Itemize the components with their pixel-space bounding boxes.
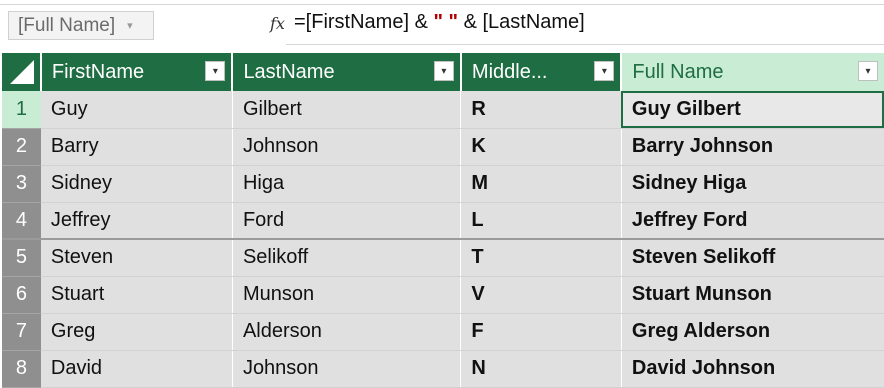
formula-input[interactable]: =[FirstName] & " " & [LastName]: [294, 11, 585, 34]
cell-fullname[interactable]: Guy Gilbert: [621, 91, 884, 129]
name-box[interactable]: [Full Name] ▾: [8, 11, 154, 40]
table-row: 6 Stuart Munson V Stuart Munson: [2, 276, 884, 314]
row-number[interactable]: 8: [2, 350, 41, 388]
cell-middle[interactable]: V: [460, 276, 622, 314]
column-header-label: Full Name: [632, 61, 724, 83]
filter-dropdown-icon[interactable]: ▾: [858, 61, 878, 81]
row-number[interactable]: 2: [2, 128, 41, 166]
table-row: 2 Barry Johnson K Barry Johnson: [2, 128, 884, 166]
cell-lastname[interactable]: Alderson: [232, 313, 462, 351]
table-row: 3 Sidney Higa M Sidney Higa: [2, 165, 884, 203]
cell-firstname[interactable]: Stuart: [40, 276, 233, 314]
formula-bar: [Full Name] ▾ fx =[FirstName] & " " & [L…: [0, 0, 884, 46]
cell-lastname[interactable]: Munson: [232, 276, 462, 314]
row-number[interactable]: 4: [2, 202, 41, 240]
cell-middle[interactable]: L: [460, 202, 622, 240]
data-grid: FirstName ▾ LastName ▾ Middle... ▾ Full …: [2, 53, 884, 388]
cell-firstname[interactable]: Barry: [40, 128, 233, 166]
cell-middle[interactable]: N: [460, 350, 622, 388]
table-row: 4 Jeffrey Ford L Jeffrey Ford: [2, 202, 884, 240]
select-all-icon: [10, 60, 34, 84]
cell-firstname[interactable]: David: [40, 350, 233, 388]
table-row: 7 Greg Alderson F Greg Alderson: [2, 313, 884, 351]
cell-fullname[interactable]: David Johnson: [621, 350, 884, 388]
cell-fullname[interactable]: Greg Alderson: [621, 313, 884, 351]
top-divider: [0, 4, 884, 5]
select-all-corner[interactable]: [2, 53, 42, 91]
row-number[interactable]: 3: [2, 165, 41, 203]
column-header-label: FirstName: [51, 61, 145, 83]
cell-firstname[interactable]: Greg: [40, 313, 233, 351]
cell-middle[interactable]: F: [460, 313, 622, 351]
cell-lastname[interactable]: Ford: [232, 202, 462, 240]
chevron-down-icon[interactable]: ▾: [127, 19, 133, 32]
cell-fullname[interactable]: Stuart Munson: [621, 276, 884, 314]
filter-dropdown-icon[interactable]: ▾: [594, 61, 615, 81]
cell-fullname[interactable]: Steven Selikoff: [621, 239, 884, 277]
column-header-label: LastName: [243, 61, 335, 83]
row-number[interactable]: 7: [2, 313, 41, 351]
filter-dropdown-icon[interactable]: ▾: [205, 61, 226, 81]
cell-fullname[interactable]: Barry Johnson: [621, 128, 884, 166]
cell-middle[interactable]: T: [460, 239, 622, 277]
column-header-fullname[interactable]: Full Name ▾: [621, 53, 884, 91]
row-number[interactable]: 5: [2, 239, 41, 277]
formula-underline: [286, 44, 884, 45]
formula-part-1: =[FirstName] &: [294, 11, 434, 33]
formula-string-literal: " ": [433, 11, 459, 33]
cell-middle[interactable]: M: [460, 165, 622, 203]
cell-firstname[interactable]: Sidney: [40, 165, 233, 203]
cell-lastname[interactable]: Selikoff: [232, 239, 462, 277]
row-number[interactable]: 1: [2, 91, 41, 129]
column-header-lastname[interactable]: LastName ▾: [232, 53, 462, 91]
row-number[interactable]: 6: [2, 276, 41, 314]
cell-fullname[interactable]: Jeffrey Ford: [621, 202, 884, 240]
cell-middle[interactable]: R: [460, 91, 622, 129]
cell-firstname[interactable]: Steven: [40, 239, 233, 277]
cell-lastname[interactable]: Higa: [232, 165, 462, 203]
cell-lastname[interactable]: Johnson: [232, 128, 462, 166]
cell-firstname[interactable]: Guy: [40, 91, 233, 129]
filter-dropdown-icon[interactable]: ▾: [433, 61, 454, 81]
formula-part-2: & [LastName]: [458, 11, 585, 33]
cell-middle[interactable]: K: [460, 128, 622, 166]
cell-firstname[interactable]: Jeffrey: [40, 202, 233, 240]
table-row: 1 Guy Gilbert R Guy Gilbert: [2, 91, 884, 129]
header-row: FirstName ▾ LastName ▾ Middle... ▾ Full …: [2, 53, 884, 91]
name-box-text: [Full Name]: [18, 14, 116, 36]
cell-fullname[interactable]: Sidney Higa: [621, 165, 884, 203]
column-header-middle[interactable]: Middle... ▾: [460, 53, 623, 91]
column-header-firstname[interactable]: FirstName ▾: [40, 53, 234, 91]
table-row: 5 Steven Selikoff T Steven Selikoff: [2, 239, 884, 277]
table-row: 8 David Johnson N David Johnson: [2, 350, 884, 388]
cell-lastname[interactable]: Gilbert: [232, 91, 462, 129]
column-header-label: Middle...: [471, 61, 548, 83]
function-icon[interactable]: fx: [270, 14, 285, 33]
cell-lastname[interactable]: Johnson: [232, 350, 462, 388]
